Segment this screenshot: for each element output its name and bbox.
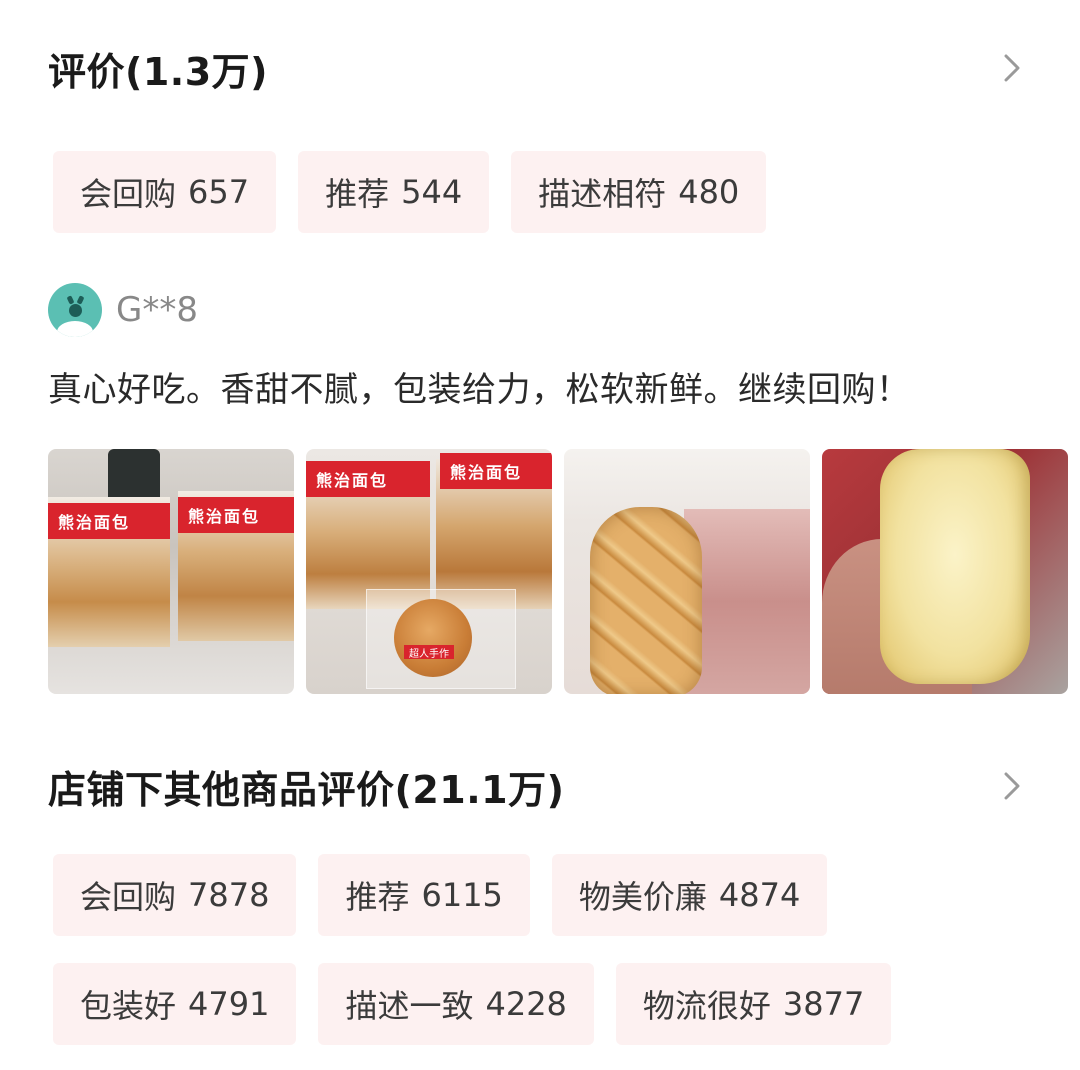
photo-label: 熊治面包 (440, 453, 552, 489)
tag-value-for-money[interactable]: 物美价廉 4874 (551, 854, 828, 936)
tag-label: 推荐 (345, 878, 410, 916)
avatar[interactable] (48, 283, 102, 337)
tag-count: 7878 (188, 876, 270, 914)
photo-label: 熊治面包 (178, 497, 294, 533)
photo-sticker: 超人手作 (404, 645, 454, 660)
review-user: G**8 (48, 282, 198, 338)
username: G**8 (116, 290, 198, 330)
shop-review-tags-row2: 包装好 4791 描述一致 4228 物流很好 3877 (53, 963, 892, 1045)
review-photo-1[interactable]: 熊治面包 熊治面包 (48, 449, 294, 694)
review-tags: 会回购 657 推荐 544 描述相符 480 (53, 151, 767, 233)
tag-label: 描述相符 (538, 175, 667, 213)
tag-count: 4791 (188, 985, 270, 1023)
review-photo-2[interactable]: 熊治面包 熊治面包 超人手作 (306, 449, 552, 694)
tag-as-described[interactable]: 描述相符 480 (511, 151, 767, 233)
tag-count: 3877 (782, 985, 865, 1023)
tag-count: 6115 (421, 876, 503, 914)
reviews-header[interactable]: 评价(1.3万) (48, 38, 1032, 98)
tag-label: 会回购 (80, 175, 177, 213)
tag-label: 包装好 (80, 987, 177, 1025)
tag-count: 657 (188, 173, 250, 211)
shop-reviews-title: 店铺下其他商品评价(21.1万) (48, 767, 565, 812)
photo-label: 熊治面包 (306, 461, 430, 497)
review-photo-4[interactable] (822, 449, 1068, 694)
review-photo-3[interactable] (564, 449, 810, 694)
tag-label: 物美价廉 (578, 878, 707, 916)
tag-recommend[interactable]: 推荐 6115 (318, 854, 530, 936)
shop-review-tags-row1: 会回购 7878 推荐 6115 物美价廉 4874 (53, 854, 828, 936)
tag-count: 480 (678, 173, 740, 211)
tag-consistent-description[interactable]: 描述一致 4228 (318, 963, 594, 1045)
tag-label: 描述一致 (345, 987, 474, 1025)
chevron-right-icon[interactable] (992, 48, 1032, 88)
tag-count: 4228 (485, 985, 567, 1023)
review-photos: 熊治面包 熊治面包 熊治面包 熊治面包 超人手作 (48, 449, 1068, 694)
tag-count: 4874 (718, 876, 801, 914)
tag-label: 推荐 (325, 175, 390, 213)
reviews-title: 评价(1.3万) (48, 49, 269, 94)
tag-repurchase[interactable]: 会回购 657 (53, 151, 277, 233)
chevron-right-icon[interactable] (992, 766, 1032, 806)
tag-count: 544 (401, 173, 463, 211)
tag-good-logistics[interactable]: 物流很好 3877 (615, 963, 892, 1045)
tag-repurchase[interactable]: 会回购 7878 (53, 854, 297, 936)
photo-label: 熊治面包 (48, 503, 170, 539)
tag-label: 会回购 (80, 878, 177, 916)
tag-label: 物流很好 (642, 987, 771, 1025)
tag-recommend[interactable]: 推荐 544 (298, 151, 490, 233)
review-text: 真心好吃。香甜不腻，包装给力，松软新鲜。继续回购！ (48, 370, 911, 410)
shop-reviews-header[interactable]: 店铺下其他商品评价(21.1万) (48, 756, 1032, 816)
tag-good-packaging[interactable]: 包装好 4791 (53, 963, 297, 1045)
